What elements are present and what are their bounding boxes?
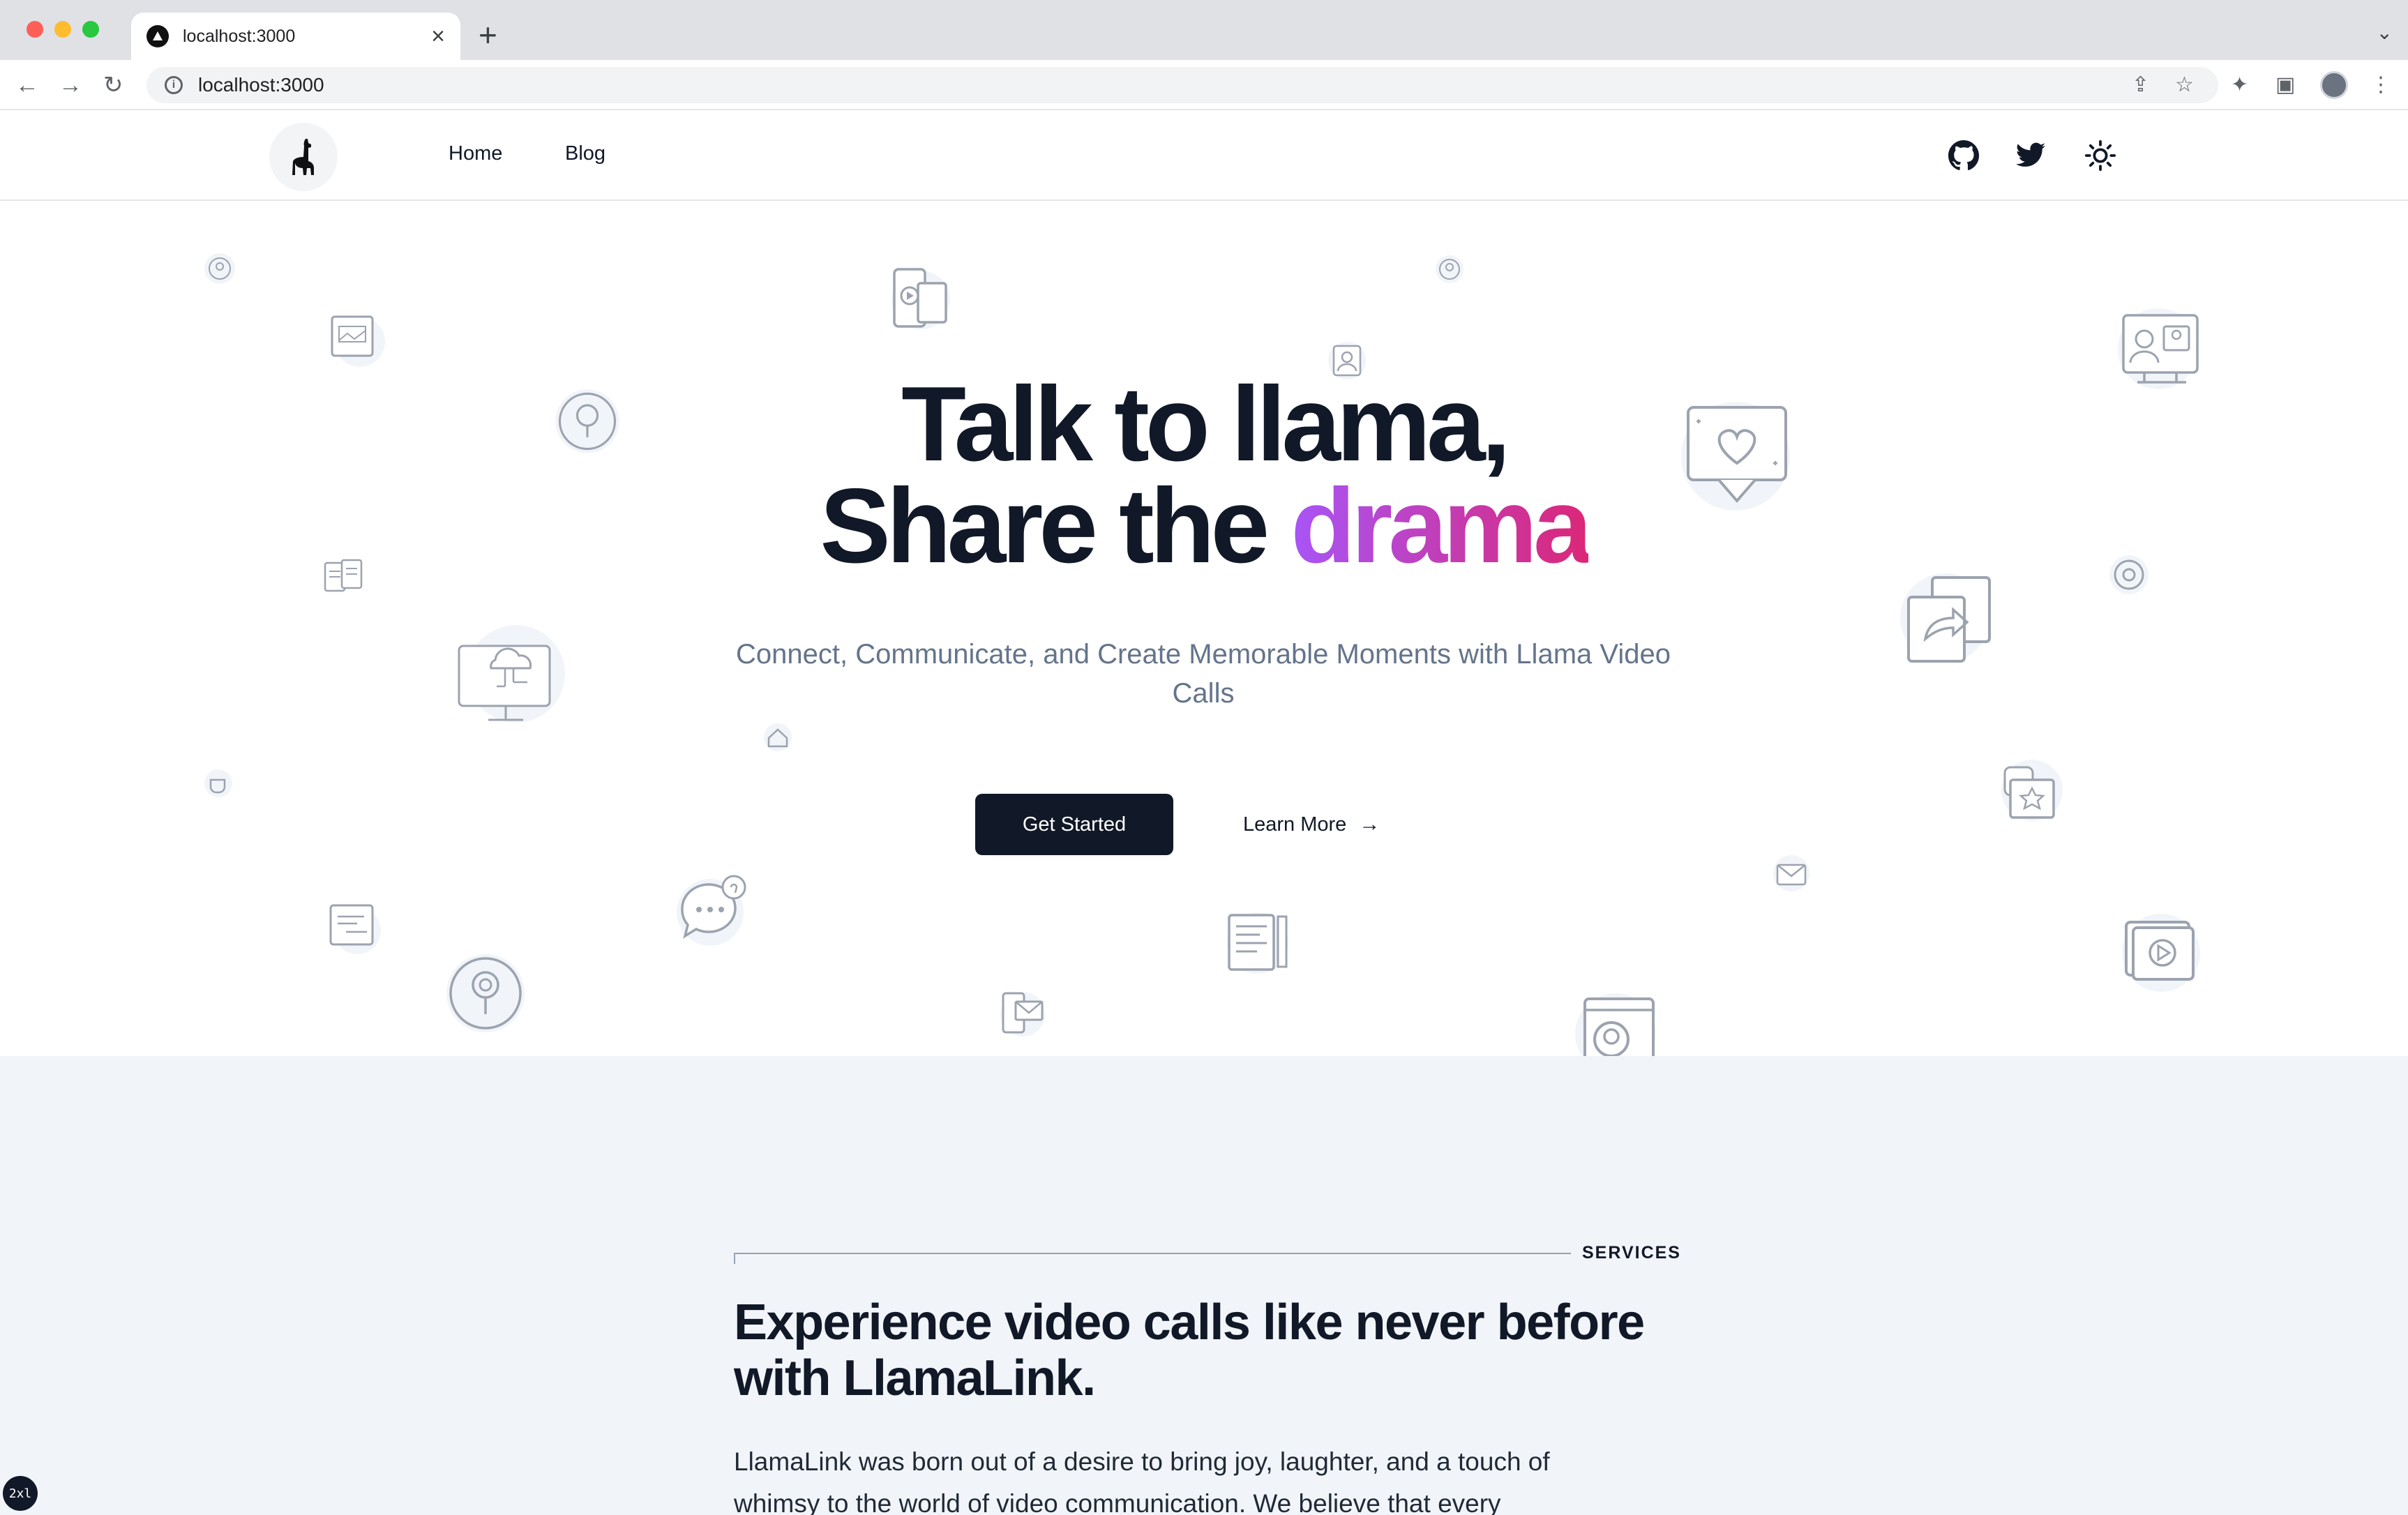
- hero-headline: Talk to llama, Share the drama: [0, 371, 2408, 579]
- headline-line-1: Talk to llama,: [901, 365, 1511, 483]
- message-notification-icon: [677, 875, 746, 946]
- coffee-cup-icon: [204, 769, 232, 797]
- minimize-window-button[interactable]: [54, 21, 71, 38]
- browser-toolbar: ← → ↻ i localhost:3000 ⇪ ☆ ✦ ▣ ⋮: [0, 60, 2408, 110]
- address-bar[interactable]: i localhost:3000: [146, 67, 2218, 103]
- mobile-video-icon: [891, 268, 950, 329]
- browser-tab-bar: localhost:3000 × + ⌄: [0, 0, 2408, 60]
- headline-accent-word: drama: [1290, 467, 1592, 585]
- back-icon[interactable]: ←: [15, 73, 39, 98]
- browser-menu-icon[interactable]: ⋮: [2370, 74, 2391, 96]
- site-favicon-icon: [146, 25, 169, 47]
- tab-close-icon[interactable]: ×: [431, 23, 445, 50]
- reload-icon[interactable]: ↻: [103, 73, 123, 98]
- section-divider: [734, 1253, 1571, 1254]
- tab-title: localhost:3000: [183, 26, 296, 46]
- services-section: SERVICES Experience video calls like nev…: [0, 1056, 2408, 1515]
- learn-more-label: Learn More: [1243, 813, 1347, 836]
- llama-icon: [292, 139, 314, 175]
- share-icon[interactable]: ⇪: [2132, 74, 2149, 96]
- tab-search-chevron-icon[interactable]: ⌄: [2377, 21, 2393, 44]
- cloud-computer-icon: [458, 625, 565, 723]
- llama-logo[interactable]: [269, 123, 338, 191]
- services-title: Experience video calls like never before…: [734, 1295, 1645, 1406]
- extensions-icon[interactable]: ✦: [2231, 74, 2248, 96]
- document-pencil-icon: [1227, 912, 1288, 974]
- github-icon[interactable]: [1948, 140, 1980, 172]
- profile-circle-icon: [1436, 255, 1463, 283]
- home-icon: [764, 723, 792, 751]
- sun-theme-toggle-icon[interactable]: [2084, 140, 2116, 172]
- arrow-right-icon: →: [1359, 813, 1380, 836]
- bookmark-star-icon[interactable]: ☆: [2175, 74, 2194, 96]
- services-eyebrow: SERVICES: [1582, 1243, 1681, 1262]
- profile-window-icon: [1575, 993, 1656, 1056]
- nav-blog[interactable]: Blog: [565, 142, 605, 165]
- learn-more-link[interactable]: Learn More →: [1243, 794, 1380, 855]
- mobile-mail-icon: [1000, 992, 1045, 1037]
- get-started-label: Get Started: [1022, 813, 1127, 836]
- breakpoint-indicator-badge: 2xl: [3, 1476, 38, 1511]
- browser-tab[interactable]: localhost:3000 ×: [131, 13, 460, 60]
- maximize-window-button[interactable]: [82, 21, 99, 38]
- envelope-icon: [1773, 855, 1809, 891]
- video-star-icon: [2001, 760, 2063, 821]
- site-header: Home Blog: [0, 110, 2408, 201]
- profile-avatar[interactable]: [2320, 71, 2348, 99]
- twitter-icon[interactable]: [2015, 140, 2047, 172]
- site-info-icon[interactable]: i: [165, 76, 183, 94]
- hero-subheadline: Connect, Communicate, and Create Memorab…: [736, 639, 1671, 709]
- side-panel-icon[interactable]: ▣: [2275, 74, 2295, 96]
- hero-section: Talk to llama, Share the drama Connect, …: [0, 202, 2408, 1056]
- photo-document-icon: [331, 315, 385, 367]
- map-pin-globe-icon: [446, 954, 525, 1032]
- section-divider-tick: [734, 1253, 735, 1264]
- chat-window-icon: [329, 904, 381, 954]
- nav-home[interactable]: Home: [449, 142, 502, 165]
- avatar-badge-icon: [204, 253, 235, 284]
- new-tab-button[interactable]: +: [479, 15, 497, 54]
- services-body: LlamaLink was born out of a desire to br…: [734, 1447, 1550, 1515]
- get-started-button[interactable]: Get Started: [975, 794, 1173, 855]
- close-window-button[interactable]: [27, 21, 43, 38]
- video-player-icon: [2122, 914, 2200, 992]
- forward-icon[interactable]: →: [59, 73, 82, 98]
- headline-line-2-prefix: Share the: [820, 467, 1291, 585]
- address-url[interactable]: localhost:3000: [198, 74, 324, 96]
- share-documents-icon: [1900, 573, 1991, 663]
